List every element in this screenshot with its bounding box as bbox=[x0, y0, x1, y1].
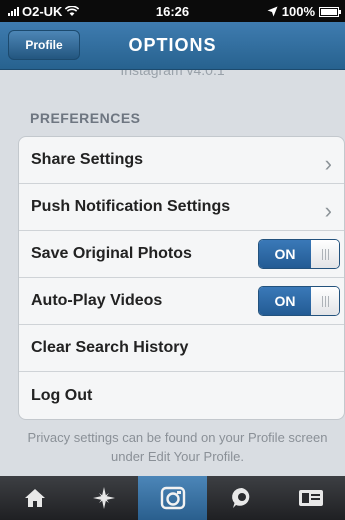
news-bubble-icon bbox=[231, 487, 249, 508]
section-title-preferences: PREFERENCES bbox=[30, 110, 141, 126]
auto-play-videos-row: Auto-Play Videos ON bbox=[19, 278, 344, 325]
profile-card-icon bbox=[298, 490, 323, 506]
row-label: Log Out bbox=[31, 386, 93, 404]
share-settings-row[interactable]: Share Settings › bbox=[19, 137, 344, 184]
save-original-photos-row: Save Original Photos ON bbox=[19, 231, 344, 278]
home-icon bbox=[24, 489, 45, 507]
row-label: Save Original Photos bbox=[31, 245, 192, 262]
toggle-state: ON bbox=[259, 240, 311, 268]
app-version-text: Instagram v4.0.1 bbox=[120, 70, 225, 78]
tab-home[interactable] bbox=[0, 476, 69, 520]
battery-icon bbox=[319, 6, 341, 17]
log-out-row[interactable]: Log Out bbox=[19, 372, 344, 419]
tab-camera[interactable] bbox=[138, 476, 207, 520]
save-original-photos-toggle[interactable]: ON bbox=[258, 239, 340, 269]
camera-icon bbox=[160, 486, 185, 510]
row-label: Share Settings bbox=[31, 151, 144, 168]
toggle-knob bbox=[311, 240, 339, 268]
toggle-knob bbox=[311, 287, 339, 315]
clear-search-history-row[interactable]: Clear Search History bbox=[19, 325, 344, 372]
status-bar: O2-UK 16:26 100% bbox=[0, 0, 345, 22]
preferences-list: Share Settings › Push Notification Setti… bbox=[18, 136, 345, 420]
page-title: OPTIONS bbox=[128, 35, 217, 55]
push-notification-settings-row[interactable]: Push Notification Settings › bbox=[19, 184, 344, 231]
location-arrow-icon bbox=[267, 6, 278, 17]
status-right: 100% bbox=[267, 4, 341, 19]
explore-star-icon bbox=[92, 487, 115, 509]
tab-profile[interactable] bbox=[276, 476, 345, 520]
privacy-footer-note: Privacy settings can be found on your Pr… bbox=[27, 430, 328, 464]
app-version: Instagram v4.0.1 bbox=[0, 70, 345, 88]
auto-play-videos-toggle[interactable]: ON bbox=[258, 286, 340, 316]
tab-news[interactable] bbox=[207, 476, 276, 520]
nav-bar: Profile OPTIONS bbox=[0, 22, 345, 70]
row-label: Auto-Play Videos bbox=[31, 292, 163, 309]
chevron-right-icon: › bbox=[324, 151, 332, 176]
tab-bar bbox=[0, 476, 345, 520]
tab-explore[interactable] bbox=[69, 476, 138, 520]
chevron-right-icon: › bbox=[324, 198, 332, 223]
toggle-state: ON bbox=[259, 287, 311, 315]
battery-percent: 100% bbox=[281, 4, 315, 19]
row-label: Clear Search History bbox=[31, 339, 189, 356]
row-label: Push Notification Settings bbox=[31, 198, 231, 215]
